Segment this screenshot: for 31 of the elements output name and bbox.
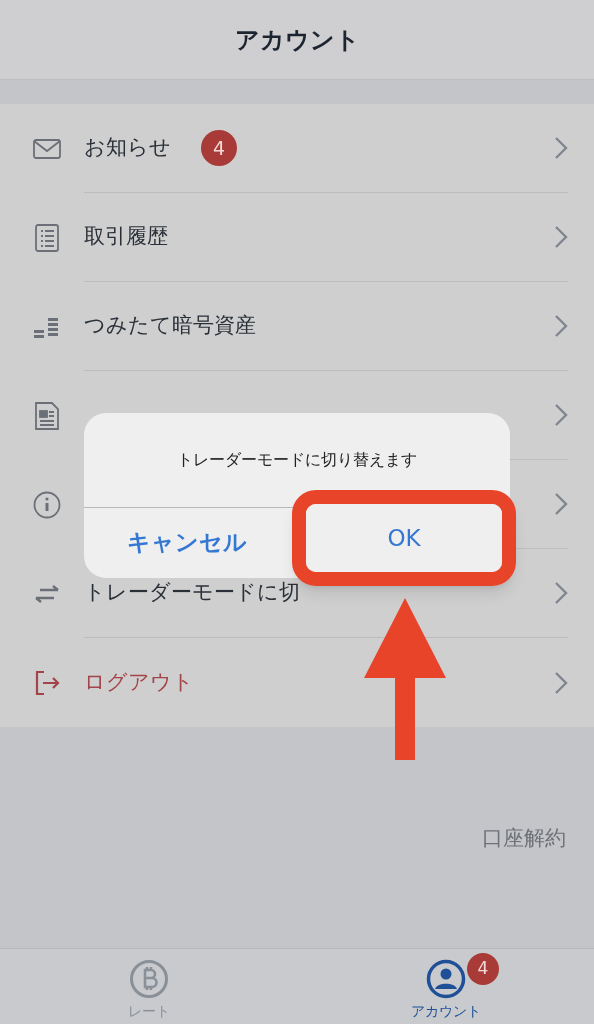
notification-badge: 4 <box>467 953 499 985</box>
bitcoin-icon <box>128 959 169 999</box>
dialog-message: トレーダーモードに切り替えます <box>177 449 417 471</box>
tab[interactable]: アカウント 4 <box>297 949 594 1024</box>
tab-label: レート <box>127 1002 170 1021</box>
menu-label: トレーダーモードに切 <box>84 579 300 607</box>
chevron-right-icon <box>554 581 568 605</box>
menu-label: ログアウト <box>84 668 194 696</box>
newspaper-icon <box>32 400 62 431</box>
dialog-button[interactable]: キャンセル <box>84 508 290 577</box>
close-account-link[interactable]: 口座解約 <box>482 823 566 855</box>
menu-item[interactable]: 取引履歴 <box>0 193 594 282</box>
menu-item[interactable]: お知らせ 4 <box>0 104 594 193</box>
notification-badge: 4 <box>201 130 237 166</box>
chevron-right-icon <box>554 403 568 427</box>
chevron-right-icon <box>554 225 568 249</box>
menu-label: 取引履歴 <box>84 223 168 251</box>
chevron-right-icon <box>554 136 568 160</box>
chevron-right-icon <box>554 314 568 338</box>
tab-label: アカウント <box>410 1002 481 1021</box>
menu-label: お知らせ <box>84 134 171 162</box>
dialog-button[interactable]: OK <box>306 504 502 572</box>
info-icon <box>32 489 62 520</box>
chevron-right-icon <box>554 492 568 516</box>
chevron-right-icon <box>554 670 568 695</box>
user-icon <box>425 959 466 999</box>
menu-item[interactable]: ログアウト <box>0 638 594 727</box>
menu-item[interactable]: つみたて暗号資産 <box>0 282 594 371</box>
header-title: アカウント <box>234 24 360 56</box>
list-icon <box>32 222 62 253</box>
menu-label: つみたて暗号資産 <box>84 312 256 340</box>
